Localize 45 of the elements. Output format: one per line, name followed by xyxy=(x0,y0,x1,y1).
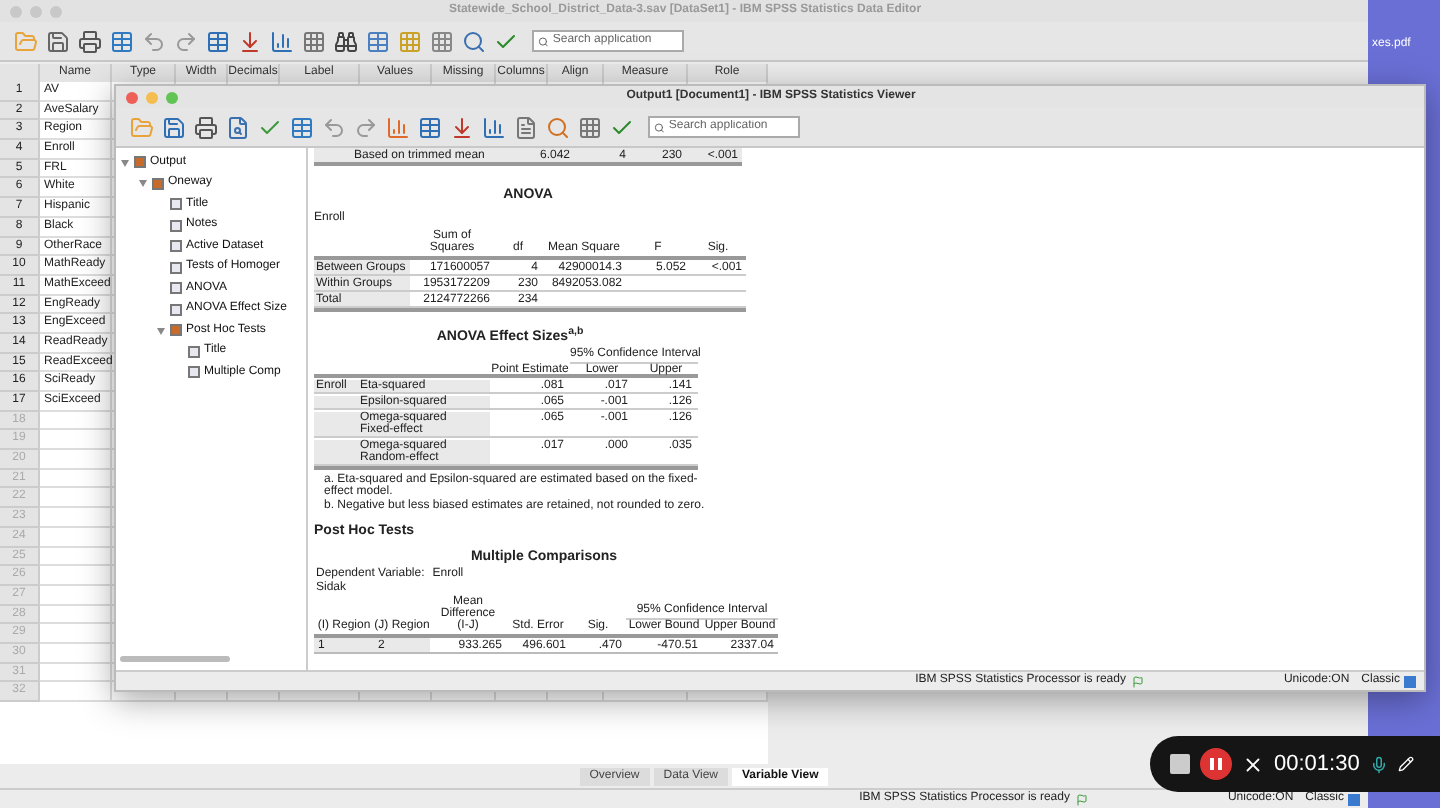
insert-icon[interactable] xyxy=(448,114,474,140)
flag-icon xyxy=(1131,675,1144,687)
disclosure-triangle[interactable] xyxy=(120,157,130,168)
close-icon[interactable] xyxy=(1242,753,1264,775)
book-icon xyxy=(170,324,182,337)
save-icon[interactable] xyxy=(44,28,70,54)
binoculars-icon[interactable] xyxy=(332,28,358,54)
search-icon xyxy=(654,121,665,133)
magnifier-icon[interactable] xyxy=(544,114,570,140)
chart-icon[interactable] xyxy=(268,28,294,54)
print-preview-icon[interactable] xyxy=(224,114,250,140)
chart-icon[interactable] xyxy=(384,114,410,140)
classic-icon xyxy=(1404,675,1416,687)
search-icon xyxy=(538,35,549,47)
scrollbar[interactable] xyxy=(120,656,230,662)
table-icon[interactable] xyxy=(364,28,390,54)
close-button[interactable] xyxy=(126,91,138,103)
printer-icon[interactable] xyxy=(192,114,218,140)
table-icon[interactable] xyxy=(204,28,230,54)
insert-icon[interactable] xyxy=(236,28,262,54)
flag-icon xyxy=(1075,793,1088,805)
page-icon[interactable] xyxy=(512,114,538,140)
microphone-icon[interactable] xyxy=(1369,755,1388,773)
save-icon[interactable] xyxy=(160,114,186,140)
disclosure-triangle[interactable] xyxy=(138,178,148,189)
redo-icon[interactable] xyxy=(352,114,378,140)
undo-icon[interactable] xyxy=(320,114,346,140)
folder-icon[interactable] xyxy=(128,114,154,140)
dataset-icon[interactable] xyxy=(108,28,134,54)
redo-icon[interactable] xyxy=(172,28,198,54)
pause-button[interactable] xyxy=(1200,748,1232,780)
zoom-button[interactable] xyxy=(166,91,178,103)
table-icon[interactable] xyxy=(416,114,442,140)
dataset-icon[interactable] xyxy=(288,114,314,140)
disclosure-triangle[interactable] xyxy=(156,325,166,336)
blocks-icon[interactable] xyxy=(428,28,454,54)
grid-icon[interactable] xyxy=(396,28,422,54)
classic-icon xyxy=(1348,793,1360,805)
undo-icon[interactable] xyxy=(140,28,166,54)
recording-time: 00:01:30 xyxy=(1274,749,1360,780)
chart-icon[interactable] xyxy=(480,114,506,140)
printer-icon[interactable] xyxy=(76,28,102,54)
pen-icon[interactable] xyxy=(1397,756,1414,772)
grid-icon[interactable] xyxy=(300,28,326,54)
grid-icon[interactable] xyxy=(576,114,602,140)
